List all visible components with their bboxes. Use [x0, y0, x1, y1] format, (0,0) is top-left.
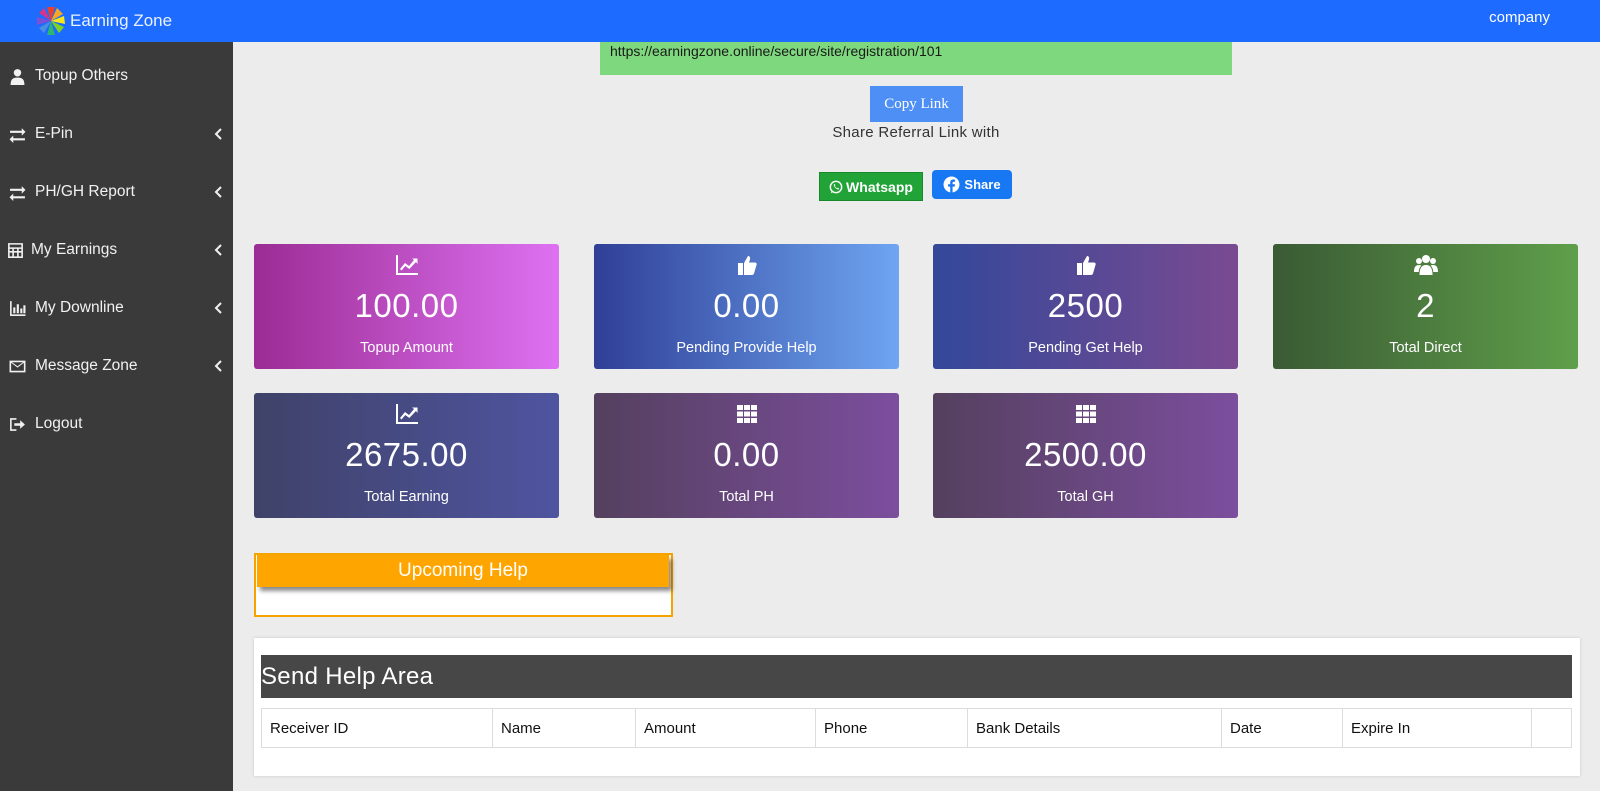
send-help-title: Send Help Area — [261, 655, 1572, 698]
whatsapp-icon — [829, 180, 843, 193]
chevron-left-icon — [203, 360, 233, 372]
stat-label: Topup Amount — [360, 340, 453, 356]
send-help-table: Receiver ID Name Amount Phone Bank Detai… — [261, 708, 1572, 748]
sidebar: Topup Others E-Pin PH/GH Report My Earni… — [0, 42, 233, 791]
grid-icon — [736, 405, 757, 423]
share-referral-text: Share Referral Link with — [832, 124, 1000, 141]
stat-card-pending-provide-help: 0.00 Pending Provide Help — [594, 244, 899, 369]
users-icon — [1413, 255, 1438, 275]
column-header-action — [1531, 708, 1572, 748]
sidebar-item-label: E-Pin — [35, 125, 73, 142]
sidebar-item-logout[interactable]: Logout — [0, 395, 233, 453]
thumbs-up-icon — [1076, 256, 1096, 275]
sidebar-item-label: Message Zone — [35, 357, 138, 374]
column-header-receiver-id[interactable]: Receiver ID — [261, 708, 493, 748]
facebook-share-button[interactable]: Share — [932, 170, 1012, 199]
column-header-expire-in[interactable]: Expire In — [1342, 708, 1532, 748]
column-header-bank-details[interactable]: Bank Details — [967, 708, 1222, 748]
brand-name: Earning Zone — [70, 11, 173, 30]
sidebar-item-topup-others[interactable]: Topup Others — [0, 47, 233, 105]
sidebar-item-label: PH/GH Report — [35, 183, 135, 200]
exchange-icon — [0, 184, 35, 201]
whatsapp-label: Whatsapp — [846, 178, 913, 195]
stat-card-total-earning: 2675.00 Total Earning — [254, 393, 559, 518]
sidebar-item-ph-gh-report[interactable]: PH/GH Report — [0, 163, 233, 221]
stat-card-total-gh: 2500.00 Total GH — [933, 393, 1238, 518]
upcoming-help-panel: Upcoming Help — [254, 553, 673, 617]
stat-value: 0.00 — [713, 287, 780, 324]
sidebar-item-label: Topup Others — [35, 67, 129, 84]
chevron-left-icon — [203, 302, 233, 314]
stat-label: Pending Get Help — [1028, 340, 1143, 356]
chevron-left-icon — [203, 244, 233, 256]
envelope-icon — [0, 358, 35, 375]
bar-chart-icon — [0, 300, 35, 317]
table-header-row: Receiver ID Name Amount Phone Bank Detai… — [261, 708, 1572, 748]
facebook-share-label: Share — [964, 177, 1001, 192]
whatsapp-share-button[interactable]: Whatsapp — [819, 172, 923, 201]
send-help-panel: Send Help Area Receiver ID Name Amount P… — [254, 638, 1580, 776]
user-menu[interactable]: company — [1489, 0, 1550, 36]
chevron-left-icon — [203, 186, 233, 198]
grid-icon — [1075, 405, 1096, 423]
line-chart-icon — [395, 255, 418, 275]
sidebar-item-my-downline[interactable]: My Downline — [0, 279, 233, 337]
stat-value: 2 — [1416, 287, 1435, 324]
stat-card-total-direct: 2 Total Direct — [1273, 244, 1578, 369]
stat-label: Total Earning — [364, 489, 449, 505]
column-header-name[interactable]: Name — [492, 708, 636, 748]
chevron-left-icon — [203, 128, 233, 140]
user-icon — [0, 68, 35, 85]
upcoming-help-title: Upcoming Help — [257, 555, 669, 587]
logo-icon — [37, 7, 65, 35]
thumbs-up-icon — [737, 256, 757, 275]
column-header-phone[interactable]: Phone — [815, 708, 968, 748]
sign-out-icon — [0, 416, 35, 433]
stat-value: 0.00 — [713, 436, 780, 473]
sidebar-item-e-pin[interactable]: E-Pin — [0, 105, 233, 163]
calculator-icon — [0, 242, 31, 259]
stat-value: 2500.00 — [1024, 436, 1147, 473]
stat-card-topup-amount: 100.00 Topup Amount — [254, 244, 559, 369]
top-navbar: Earning Zone company — [0, 0, 1600, 42]
sidebar-item-label: My Downline — [35, 299, 124, 316]
sidebar-item-label: My Earnings — [31, 241, 118, 258]
brand[interactable]: Earning Zone — [34, 2, 172, 40]
stat-card-pending-get-help: 2500 Pending Get Help — [933, 244, 1238, 369]
stat-value: 100.00 — [354, 287, 459, 324]
stat-label: Total Direct — [1389, 340, 1462, 356]
stat-card-total-ph: 0.00 Total PH — [594, 393, 899, 518]
stat-label: Pending Provide Help — [676, 340, 817, 356]
stat-value: 2500 — [1047, 287, 1124, 324]
exchange-icon — [0, 126, 35, 143]
referral-link[interactable]: https://earningzone.online/secure/site/r… — [600, 42, 1232, 75]
sidebar-item-my-earnings[interactable]: My Earnings — [0, 221, 233, 279]
facebook-icon — [943, 176, 960, 193]
copy-link-button[interactable]: Copy Link — [870, 86, 963, 122]
line-chart-icon — [395, 404, 418, 424]
stat-label: Total GH — [1057, 489, 1114, 505]
sidebar-item-message-zone[interactable]: Message Zone — [0, 337, 233, 395]
column-header-amount[interactable]: Amount — [635, 708, 816, 748]
sidebar-item-label: Logout — [35, 415, 83, 432]
column-header-date[interactable]: Date — [1221, 708, 1343, 748]
stat-label: Total PH — [719, 489, 774, 505]
stat-value: 2675.00 — [345, 436, 468, 473]
